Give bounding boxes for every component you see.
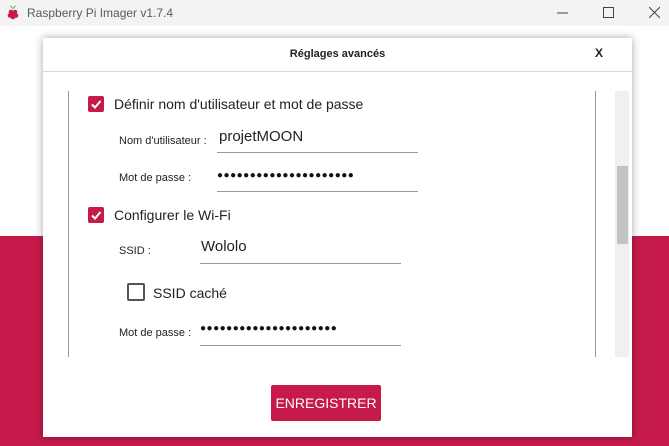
username-label: Nom d'utilisateur : bbox=[119, 135, 207, 147]
set-username-label[interactable]: Définir nom d'utilisateur et mot de pass… bbox=[114, 96, 363, 112]
checkmark-icon bbox=[91, 211, 102, 220]
user-password-input[interactable]: ●●●●●●●●●●●●●●●●●●●●● bbox=[217, 170, 418, 181]
user-password-label: Mot de passe : bbox=[119, 172, 192, 184]
hidden-ssid-checkbox[interactable] bbox=[127, 283, 145, 301]
scrollbar-thumb[interactable] bbox=[617, 166, 628, 244]
save-button[interactable]: ENREGISTRER bbox=[271, 385, 381, 421]
maximize-icon[interactable] bbox=[588, 2, 628, 22]
set-username-checkbox[interactable] bbox=[88, 96, 104, 112]
ssid-underline bbox=[200, 263, 401, 264]
username-underline bbox=[217, 152, 418, 153]
ssid-label: SSID : bbox=[119, 245, 151, 257]
panel-border-left bbox=[68, 91, 69, 357]
dialog-header: Réglages avancés X bbox=[43, 38, 632, 72]
dialog-close-button[interactable]: X bbox=[595, 46, 603, 60]
wifi-password-label: Mot de passe : bbox=[119, 327, 192, 339]
minimize-icon[interactable] bbox=[542, 2, 582, 22]
close-icon[interactable] bbox=[634, 2, 669, 22]
window-title: Raspberry Pi Imager v1.7.4 bbox=[27, 6, 174, 20]
hidden-ssid-label[interactable]: SSID caché bbox=[153, 285, 227, 301]
checkmark-icon bbox=[91, 100, 102, 109]
title-bar: Raspberry Pi Imager v1.7.4 bbox=[0, 0, 669, 26]
configure-wifi-label[interactable]: Configurer le Wi-Fi bbox=[114, 207, 231, 223]
raspberry-icon bbox=[6, 4, 20, 20]
username-input[interactable]: projetMOON bbox=[219, 128, 303, 145]
wifi-password-underline bbox=[200, 345, 401, 346]
ssid-input[interactable]: Wololo bbox=[201, 238, 247, 255]
wifi-password-input[interactable]: ●●●●●●●●●●●●●●●●●●●●● bbox=[200, 323, 401, 334]
panel-border-right bbox=[595, 91, 596, 357]
dialog-title: Réglages avancés bbox=[289, 48, 386, 60]
user-password-underline bbox=[217, 191, 418, 192]
configure-wifi-checkbox[interactable] bbox=[88, 207, 104, 223]
advanced-settings-dialog: Réglages avancés X Définir nom d'utilisa… bbox=[43, 38, 632, 437]
